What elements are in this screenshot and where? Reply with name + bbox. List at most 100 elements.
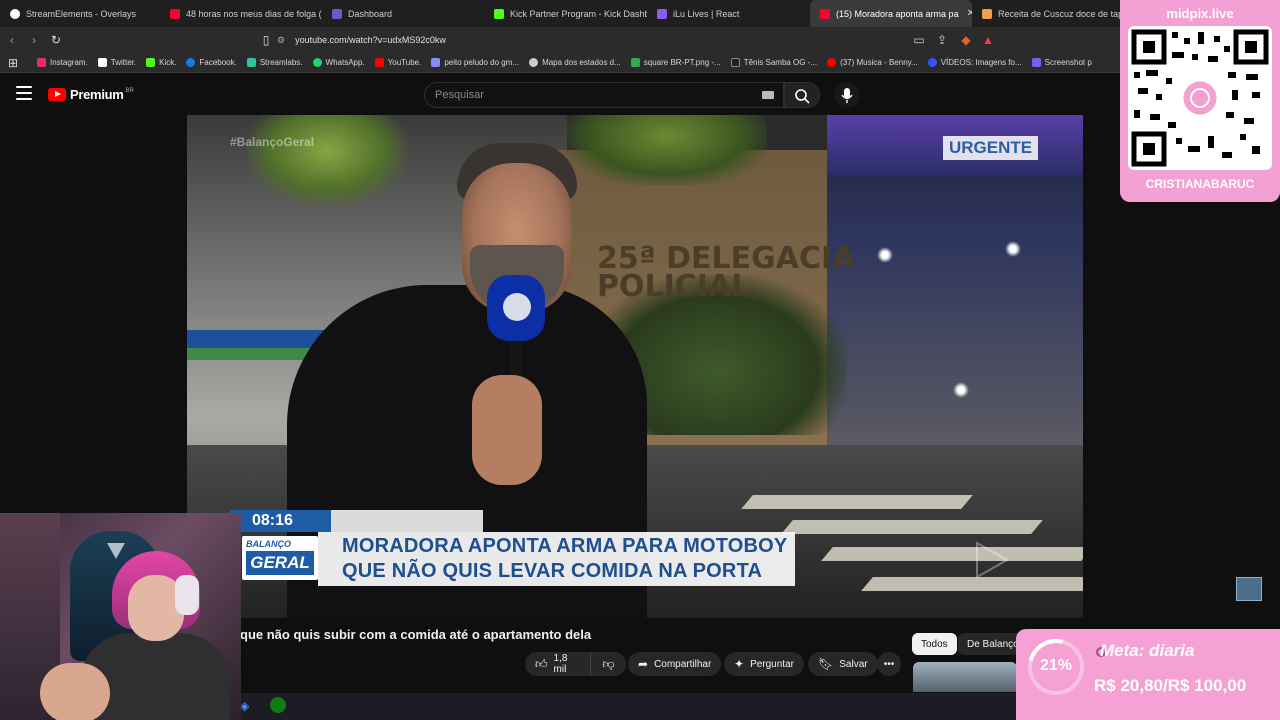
cast-icon[interactable]: ▭: [909, 30, 929, 50]
more-pill[interactable]: •••: [877, 652, 901, 676]
bookmark-label: Tênis Samba OG -...: [743, 58, 818, 67]
bookmark-whatsapp[interactable]: WhatsApp.: [312, 58, 365, 67]
bookmark-kick[interactable]: Kick.: [146, 58, 176, 67]
bookmark-peito[interactable]: peito peludo do gm...: [431, 58, 519, 67]
bookmark-tenis[interactable]: Tênis Samba OG -...: [730, 58, 818, 67]
logo-region: BR: [125, 87, 134, 94]
youtube-icon: [820, 8, 830, 19]
bookmark-musica[interactable]: (37) Musica - Benny...: [827, 58, 918, 67]
drive-icon: [630, 58, 640, 67]
brave-shield-icon[interactable]: ◆: [956, 30, 976, 50]
bookmark-label: VÍDEOS: Imagens fo...: [940, 58, 1022, 67]
search-placeholder: Pesquisar: [435, 89, 484, 101]
bookmark-label: Kick.: [159, 58, 177, 67]
recommended-video-thumbnail[interactable]: [913, 662, 1017, 692]
thumbs-up-icon: 👍︎: [535, 656, 548, 671]
streamelements-icon: [10, 8, 20, 19]
x-twitter-icon: [97, 58, 107, 67]
goal-amount: R$ 20,80/R$ 100,00: [1094, 676, 1247, 695]
dashboard-icon: [332, 8, 342, 19]
bookmark-youtube[interactable]: YouTube.: [374, 58, 422, 67]
chip-todos[interactable]: Todos: [912, 633, 957, 655]
bookmark-streamlabs[interactable]: Streamlabs.: [246, 58, 303, 67]
youtube-icon: [374, 58, 384, 67]
save-button[interactable]: 🔖︎ Salvar: [808, 652, 878, 676]
tab-receita-cuscuz[interactable]: Receita de Cuscuz doce de tapioc: [972, 0, 1120, 27]
streamer-webcam: [0, 513, 241, 720]
reporter-hand: [472, 375, 542, 485]
forward-icon[interactable]: ›: [24, 30, 44, 50]
bookmark-label: Instagram.: [50, 58, 88, 67]
site-info-icon[interactable]: ⚙: [277, 35, 285, 46]
urgent-tag: URGENTE: [943, 136, 1039, 160]
browser-tab-strip: StreamElements - Overlays 48 horas nos m…: [0, 0, 1280, 27]
bookmark-instagram[interactable]: Instagram.: [37, 58, 88, 67]
tab-label: Dashboard: [348, 8, 393, 19]
thumbs-down-icon: 👎︎: [602, 656, 615, 671]
bookmark-icon[interactable]: ▯: [256, 30, 276, 50]
reload-icon[interactable]: ↻: [46, 30, 66, 50]
share-icon[interactable]: ⇪: [932, 30, 952, 50]
share-button[interactable]: ➦ Compartilhar: [628, 652, 722, 676]
address-bar-row: ‹ › ↻ ▯ ⚙ youtube.com/watch?v=udxMS92c0k…: [0, 27, 1280, 53]
tab-moradora-active[interactable]: (15) Moradora aponta arma pa ✕: [810, 0, 972, 27]
share-pill[interactable]: ➦ Compartilhar: [628, 652, 722, 676]
bookmark-label: Screenshot p: [1044, 58, 1092, 67]
bookmark-screenshot[interactable]: Screenshot p: [1031, 58, 1092, 67]
dislike-button[interactable]: 👎︎: [590, 652, 626, 676]
goal-title: Meta: diaria: [1100, 641, 1195, 660]
xbox-icon[interactable]: [270, 697, 286, 713]
bookmark-twitter[interactable]: Twitter.: [97, 58, 137, 67]
back-icon[interactable]: ‹: [2, 30, 22, 50]
tab-dashboard[interactable]: Dashboard: [322, 0, 484, 27]
bookmark-facebook[interactable]: Facebook.: [186, 58, 237, 67]
like-button[interactable]: 👍︎ 1,8 mil 👎︎: [525, 652, 626, 676]
search-input[interactable]: Pesquisar: [424, 82, 784, 108]
brave-rewards-icon[interactable]: ▲: [978, 30, 998, 50]
crosswalk-stripe: [821, 547, 1083, 561]
broadcaster-logo-icon: [503, 293, 531, 321]
youtube-icon: [827, 58, 837, 67]
search-button[interactable]: [784, 82, 820, 108]
ask-pill[interactable]: ✦ Perguntar: [724, 652, 804, 676]
save-pill[interactable]: 🔖︎ Salvar: [808, 652, 878, 676]
goal-percent: 21%: [1039, 657, 1073, 674]
tab-label: (15) Moradora aponta arma pa: [836, 8, 959, 19]
keyboard-icon[interactable]: [762, 91, 774, 99]
edge-icon[interactable]: ◈: [240, 699, 249, 713]
bookmarks-bar: ⊞ Instagram. Twitter. Kick. Facebook. St…: [0, 53, 1280, 73]
news-headline: MORADORA APONTA ARMA PARA MOTOBOY QUE NÃ…: [318, 532, 795, 586]
apps-grid-icon[interactable]: ⊞: [3, 53, 23, 73]
tab-kick-partner[interactable]: Kick Partner Program - Kick Dashbo: [484, 0, 647, 27]
bookmark-square[interactable]: square BR-PT.png -...: [630, 58, 721, 67]
scene-light: [953, 382, 969, 398]
ask-label: Perguntar: [750, 658, 794, 670]
bookmark-mapa[interactable]: Mapa dos estados d...: [529, 58, 621, 67]
menu-icon[interactable]: [16, 86, 32, 100]
like-pill[interactable]: 👍︎ 1,8 mil: [525, 652, 590, 676]
video-title: que não quis subir com a comida até o ap…: [240, 627, 592, 642]
youtube-premium-logo[interactable]: Premium BR: [48, 87, 134, 102]
bookmark-label: YouTube.: [387, 58, 422, 67]
url-field[interactable]: ⚙ youtube.com/watch?v=udxMS92c0kw: [277, 30, 997, 50]
logo-text: Premium: [70, 87, 124, 102]
tab-ilu-lives[interactable]: iLu Lives | React: [647, 0, 810, 27]
kick-icon: [146, 58, 156, 67]
wall-sign: 25ª DELEGACIA POLICIAL: [597, 244, 855, 302]
recipe-icon: [982, 8, 992, 19]
voice-search-button[interactable]: [834, 82, 860, 108]
save-label: Salvar: [839, 658, 868, 670]
bookmark-label: Twitter.: [110, 58, 137, 67]
bookmark-videos[interactable]: VÍDEOS: Imagens fo...: [927, 58, 1022, 67]
instagram-icon: [37, 58, 46, 67]
tab-streamelements[interactable]: StreamElements - Overlays: [0, 0, 160, 27]
tab-48-horas[interactable]: 48 horas nos meus dias de folga (ac: [160, 0, 322, 27]
qr-recipient-name: CRISTIANABARUC: [1145, 177, 1255, 191]
headline-line1: MORADORA APONTA ARMA PARA MOTOBOY: [342, 535, 788, 557]
screenshot-icon: [1031, 58, 1041, 67]
youtube-icon: [170, 8, 180, 19]
ask-button[interactable]: ✦ Perguntar: [724, 652, 804, 676]
qr-site: midpix.live: [1166, 6, 1234, 21]
more-actions-button[interactable]: •••: [877, 652, 901, 676]
microphone-icon: [841, 88, 853, 103]
